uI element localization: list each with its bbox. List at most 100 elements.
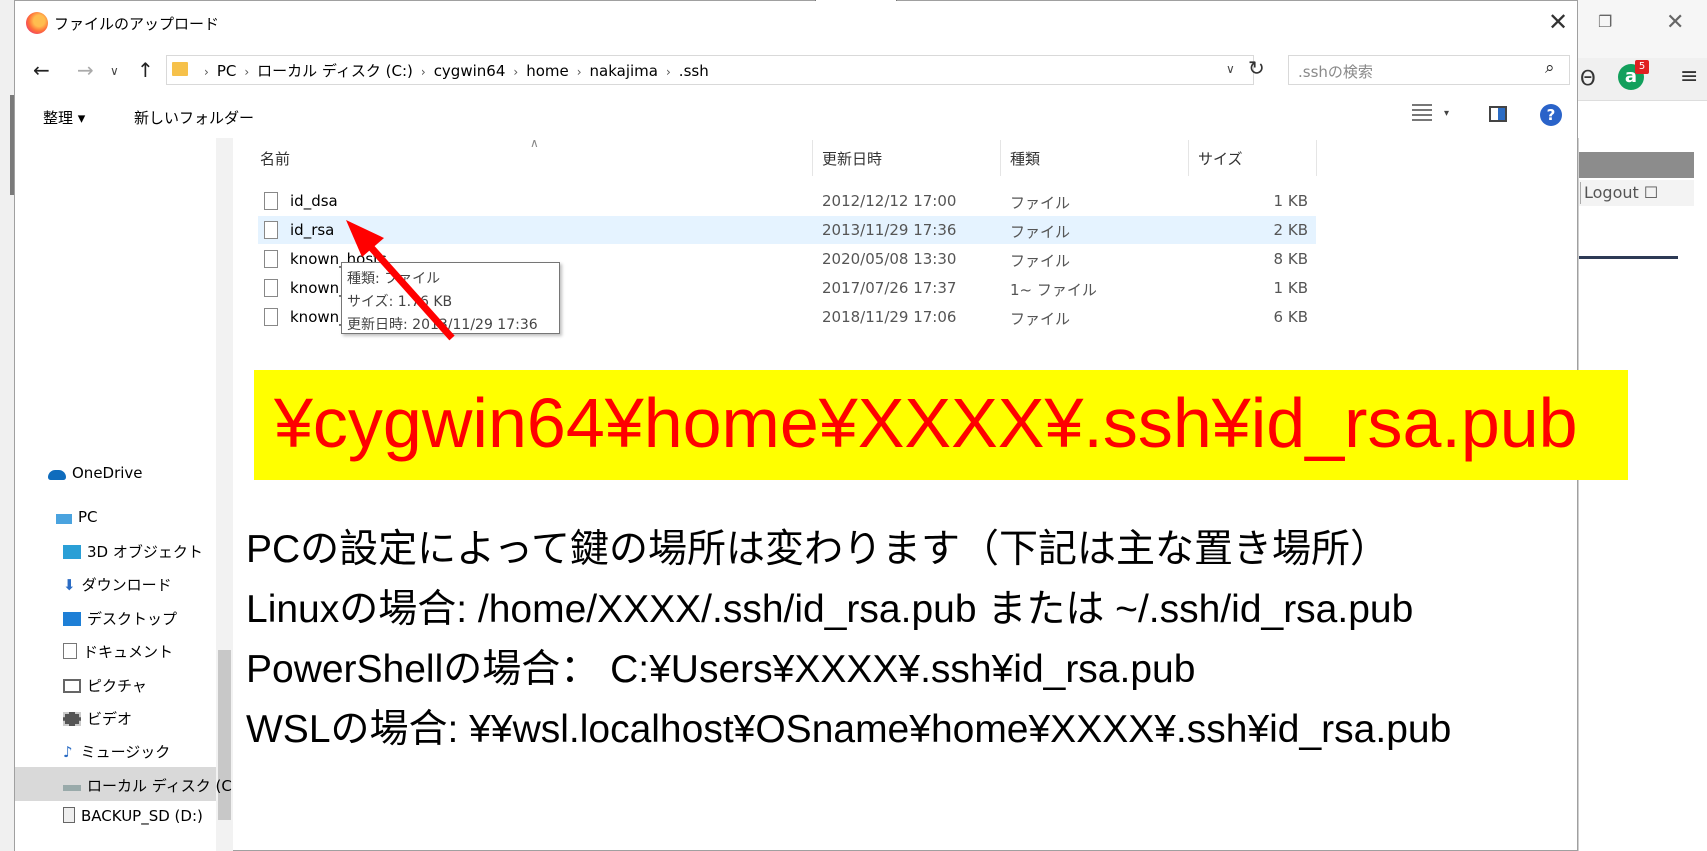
file-size: 1 KB [1273, 279, 1308, 297]
note-line-2: Linuxの場合: /home/XXXX/.ssh/id_rsa.pub または… [246, 588, 1414, 631]
music-note-icon: ♪ [63, 743, 73, 761]
document-icon [63, 643, 77, 659]
file-list-border [1578, 138, 1579, 851]
nav-label: PC [78, 508, 98, 526]
tooltip-date: 更新日時: 2013/11/29 17:36 [347, 317, 538, 333]
forward-arrow-icon[interactable]: → [77, 58, 94, 82]
table-row[interactable] [258, 188, 1316, 216]
background-header-bar [1578, 152, 1694, 178]
logout-link[interactable]: Logout ☐ [1578, 180, 1694, 206]
organize-button[interactable]: 整理 ▾ [43, 107, 85, 128]
column-divider[interactable] [1000, 140, 1001, 176]
download-arrow-icon: ⬇ [63, 576, 76, 594]
breadcrumb-home[interactable]: home [526, 62, 569, 80]
file-size: 1 KB [1273, 192, 1308, 210]
file-date: 2020/05/08 13:30 [822, 250, 957, 268]
file-name: known_ [290, 279, 347, 297]
nav-item-music[interactable]: ♪ ミュージック [63, 741, 170, 762]
folder-icon [172, 62, 188, 76]
nav-item-videos[interactable]: ビデオ [63, 708, 132, 729]
note-line-1: PCの設定によって鍵の場所は変わります（下記は主な置き場所） [246, 528, 1390, 571]
column-header-date[interactable]: 更新日時 [822, 148, 882, 169]
search-placeholder: .sshの検索 [1298, 63, 1373, 81]
refresh-icon[interactable]: ↻ [1248, 56, 1265, 80]
column-header-size[interactable]: サイズ [1198, 148, 1243, 169]
nav-item-local-disk[interactable]: ローカル ディスク (C [63, 775, 232, 796]
close-icon[interactable]: ✕ [1548, 8, 1568, 36]
nav-label: ミュージック [80, 743, 171, 761]
nav-label: デスクトップ [87, 610, 178, 628]
breadcrumb-nakajima[interactable]: nakajima [590, 62, 658, 80]
preview-pane-icon[interactable] [1489, 106, 1507, 122]
nav-item-pc[interactable]: PC [56, 508, 98, 526]
extension-icon[interactable]: Θ [1580, 66, 1596, 90]
file-size: 6 KB [1273, 308, 1308, 326]
file-icon [264, 192, 278, 210]
file-type: ファイル [1010, 252, 1071, 270]
browser-close-icon[interactable]: ✕ [1666, 10, 1684, 35]
help-icon[interactable]: ? [1540, 104, 1562, 126]
column-header-row [233, 138, 1577, 178]
file-type: ファイル [1010, 223, 1071, 241]
chevron-right-icon: › [244, 65, 250, 79]
chevron-right-icon: › [513, 65, 519, 79]
picture-icon [63, 679, 81, 693]
column-divider[interactable] [1316, 140, 1317, 176]
breadcrumb-local-disk[interactable]: ローカル ディスク (C:) [257, 60, 413, 81]
file-name: id_dsa [290, 192, 338, 210]
note-line-3: PowerShellの場合： C:¥Users¥XXXX¥.ssh¥id_rsa… [246, 648, 1196, 691]
tooltip-size: サイズ: 1.76 KB [347, 294, 453, 310]
chevron-right-icon: › [576, 65, 582, 79]
view-dropdown-chevron-icon[interactable]: ▾ [1444, 108, 1449, 119]
nav-label: ビデオ [87, 710, 133, 728]
breadcrumb-pc[interactable]: PC [217, 62, 237, 80]
extension-badge: 5 [1635, 60, 1649, 74]
logout-separator [1580, 182, 1581, 204]
chevron-down-icon[interactable]: ∨ [1226, 62, 1235, 76]
file-icon [264, 279, 278, 297]
nav-item-pictures[interactable]: ピクチャ [63, 675, 147, 696]
nav-item-downloads[interactable]: ⬇ ダウンロード [63, 574, 172, 595]
desktop-icon [63, 612, 81, 626]
file-type: ファイル [1010, 194, 1071, 212]
file-date: 2017/07/26 17:37 [822, 279, 957, 297]
column-header-type[interactable]: 種類 [1010, 148, 1040, 169]
chevron-right-icon: › [665, 65, 671, 79]
restore-icon[interactable]: ❐ [1598, 12, 1620, 34]
background-divider [1578, 256, 1678, 259]
hamburger-menu-icon[interactable]: ≡ [1680, 64, 1698, 89]
breadcrumb-cygwin64[interactable]: cygwin64 [434, 62, 506, 80]
up-arrow-icon[interactable]: ↑ [137, 58, 154, 82]
nav-item-documents[interactable]: ドキュメント [63, 641, 173, 662]
nav-label: 3D オブジェクト [87, 543, 203, 561]
cube-icon [63, 545, 81, 559]
breadcrumb-ssh[interactable]: .ssh [679, 62, 709, 80]
column-divider[interactable] [812, 140, 813, 176]
file-icon [264, 308, 278, 326]
firefox-icon [26, 12, 48, 34]
nav-label: OneDrive [72, 464, 143, 482]
nav-item-desktop[interactable]: デスクトップ [63, 608, 177, 629]
file-icon [264, 221, 278, 239]
view-options-icon[interactable] [1412, 104, 1432, 122]
recent-locations-chevron-icon[interactable]: ∨ [110, 64, 119, 78]
note-line-4: WSLの場合: ¥¥wsl.localhost¥OSname¥home¥XXXX… [246, 708, 1452, 751]
film-icon [63, 712, 81, 726]
column-header-name[interactable]: 名前 [260, 148, 290, 169]
new-folder-button[interactable]: 新しいフォルダー [134, 107, 254, 128]
search-icon[interactable]: ⌕ [1545, 58, 1555, 78]
back-arrow-icon[interactable]: ← [33, 58, 50, 82]
file-icon [264, 250, 278, 268]
sd-card-icon [63, 807, 75, 823]
file-date: 2012/12/12 17:00 [822, 192, 957, 210]
nav-item-backup-sd[interactable]: BACKUP_SD (D:) [63, 807, 203, 825]
nav-item-3d-objects[interactable]: 3D オブジェクト [63, 541, 203, 562]
nav-label: ローカル ディスク (C [87, 777, 232, 795]
file-name: id_rsa [290, 221, 335, 239]
nav-label: ダウンロード [81, 576, 172, 594]
column-divider[interactable] [1188, 140, 1189, 176]
cloud-icon [48, 470, 66, 480]
table-row[interactable] [258, 216, 1316, 244]
breadcrumb: › PC › ローカル ディスク (C:) › cygwin64 › home › nakajim… [196, 60, 709, 81]
nav-item-onedrive[interactable]: OneDrive [48, 464, 143, 482]
